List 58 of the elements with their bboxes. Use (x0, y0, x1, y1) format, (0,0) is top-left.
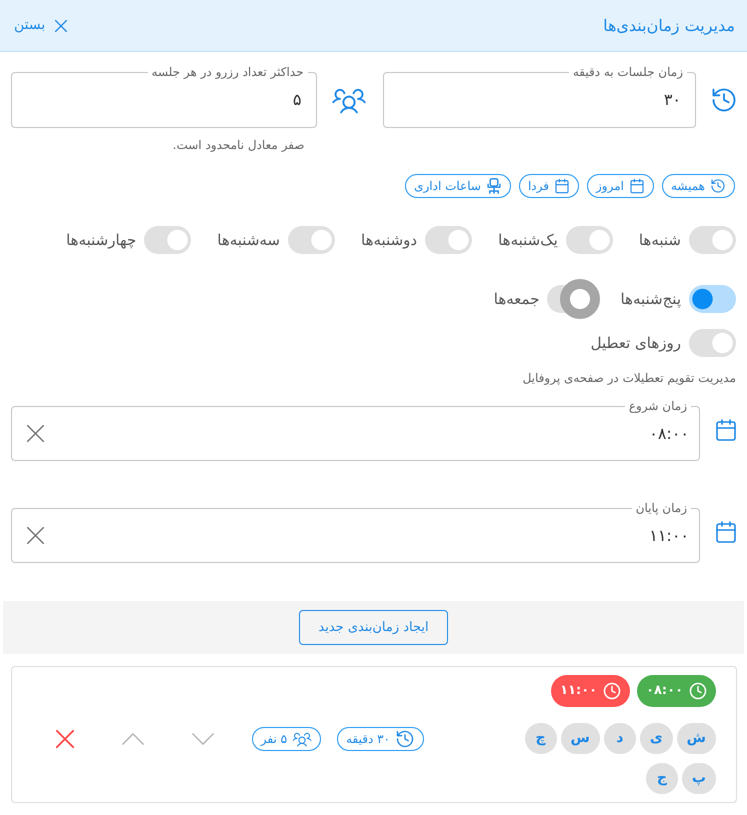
toggle-switch[interactable] (547, 279, 600, 319)
toggle-switch[interactable] (689, 226, 736, 254)
time-field[interactable]: زمان شروع ۰۸:۰۰ (11, 399, 700, 461)
calendar-icon (554, 178, 570, 194)
toggle-label: دوشنبه‌ها (361, 230, 418, 251)
preset-chip[interactable]: امروز (586, 174, 654, 198)
cross-icon[interactable] (27, 425, 44, 442)
toggle-switch[interactable] (689, 329, 736, 357)
preset-chip[interactable]: فردا (518, 174, 579, 198)
chevron-down-icon (192, 732, 214, 744)
day-chip: ش (676, 723, 716, 754)
duration-field[interactable]: زمان جلسات به دقیقه ۳۰ (382, 65, 696, 128)
toggle-label: یک‌شنبه‌ها (498, 230, 558, 251)
info-chip: ۵ نفر (252, 726, 322, 750)
toggle-switch[interactable] (288, 226, 336, 254)
toggle-switch[interactable] (144, 226, 192, 254)
page-title: مدیریت زمان‌بندی‌ها (603, 14, 735, 37)
toggle-label: روزهای تعطیل (590, 332, 681, 354)
chair-icon (486, 178, 502, 194)
history-icon (710, 178, 726, 194)
toggle-switch[interactable] (425, 226, 472, 254)
history-icon (395, 728, 415, 748)
preset-chip[interactable]: ساعات اداری (405, 174, 511, 198)
toggle-label: چهارشنبه‌ها (66, 230, 136, 251)
toggle-label: سه‌شنبه‌ها (217, 230, 280, 251)
calendar-icon (714, 418, 738, 442)
time-chip: ۱۱:۰۰ (551, 675, 630, 707)
calendar-icon (714, 520, 738, 544)
toggle-label: شنبه‌ها (638, 230, 681, 251)
calendar-icon (628, 178, 645, 194)
day-chip: ج (646, 763, 678, 794)
close-icon (55, 20, 68, 32)
toggle-label: جمعه‌ها (494, 288, 540, 310)
toggle-switch[interactable] (566, 226, 613, 254)
toggle-switch[interactable] (689, 285, 736, 313)
clock-icon (689, 682, 707, 700)
helper-text: صفر معادل نامحدود است. (172, 137, 306, 154)
chevron-up-icon (122, 732, 144, 744)
time-field[interactable]: زمان پایان ۱۱:۰۰ (11, 501, 700, 563)
toggle-label: پنج‌شنبه‌ها (620, 288, 681, 310)
day-chip: د (604, 723, 636, 754)
time-chip: ۰۸:۰۰ (637, 675, 716, 707)
history-icon (710, 86, 738, 114)
create-button[interactable]: ایجاد زمان‌بندی جدید (299, 610, 448, 645)
capacity-field[interactable]: حداکثر تعداد رزرو در هر جلسه ۵ (11, 65, 316, 128)
helper-text: مدیریت تقویم تعطیلات در صفحه‌ی پروفایل (522, 370, 737, 387)
close-button[interactable]: بستن (14, 15, 68, 36)
info-chip: ۳۰ دقیقه (337, 726, 424, 750)
calendar-button[interactable] (714, 520, 738, 544)
day-chip: س (560, 723, 600, 754)
cross-icon[interactable] (27, 527, 44, 544)
clock-icon (603, 682, 622, 700)
cross-icon (56, 730, 74, 748)
day-chip: پ (682, 763, 716, 794)
preset-chip[interactable]: همیشه (662, 174, 735, 198)
day-chip: چ (524, 723, 556, 754)
calendar-button[interactable] (714, 418, 738, 442)
day-chip: ی (640, 723, 673, 754)
